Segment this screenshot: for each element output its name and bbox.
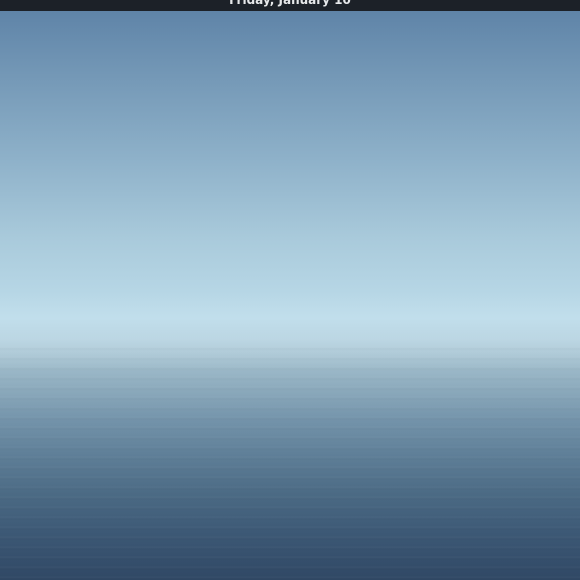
top-panel: Friday, January 10 (0, 0, 580, 11)
water-ripples (0, 341, 580, 580)
clock-date-button[interactable]: Friday, January 10 (0, 0, 580, 8)
desktop-screen: Friday, January 10 (0, 0, 580, 580)
desktop-wallpaper (0, 11, 580, 580)
